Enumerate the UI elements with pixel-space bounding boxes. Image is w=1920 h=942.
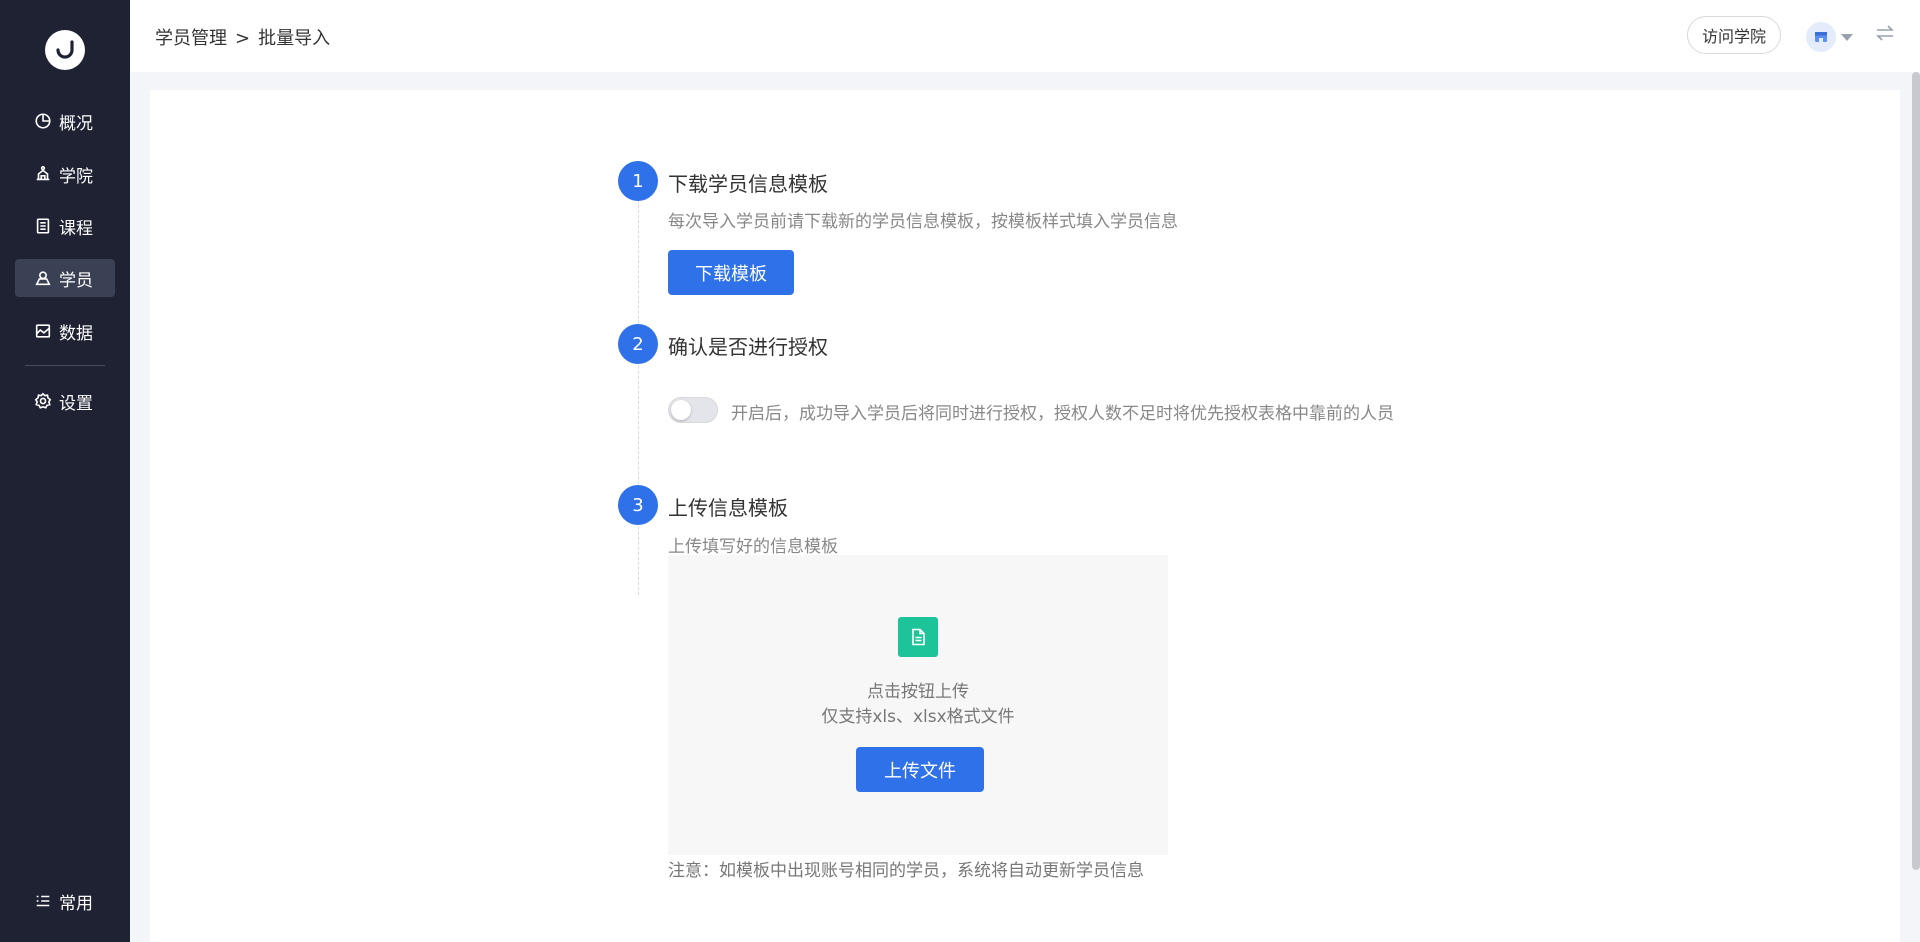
sidebar-item-label: 设置: [59, 393, 93, 414]
pie-chart-icon: [33, 111, 53, 131]
sidebar-item-label: 常用: [59, 893, 93, 914]
logo-icon: [56, 40, 74, 59]
upload-file-button[interactable]: 上传文件: [856, 747, 984, 792]
step-number: 3: [618, 485, 658, 525]
step-connector: [638, 200, 639, 595]
toggle-knob: [671, 400, 691, 420]
step-number: 2: [618, 324, 658, 364]
sidebar-divider: [25, 365, 105, 366]
list-icon: [33, 891, 53, 911]
sidebar-item-label: 概况: [59, 113, 93, 134]
visit-academy-button[interactable]: 访问学院: [1687, 16, 1782, 54]
upload-area[interactable]: 点击按钮上传 仅支持xls、xlsx格式文件 上传文件: [668, 555, 1168, 855]
authorize-toggle[interactable]: [668, 397, 718, 423]
academy-icon: [33, 164, 53, 184]
store-icon: [1806, 22, 1836, 52]
breadcrumb-parent[interactable]: 学员管理: [155, 28, 227, 49]
sidebar: 概况 学院 课程 学员 数据 设置 常用: [0, 0, 130, 942]
sidebar-item-frequent[interactable]: 常用: [15, 882, 115, 920]
data-icon: [33, 321, 53, 341]
sidebar-item-settings[interactable]: 设置: [15, 382, 115, 420]
store-switcher[interactable]: [1806, 22, 1853, 52]
sidebar-item-course[interactable]: 课程: [15, 207, 115, 245]
student-icon: [33, 268, 53, 288]
breadcrumb-current: 批量导入: [258, 28, 331, 49]
sidebar-item-data[interactable]: 数据: [15, 312, 115, 350]
sidebar-item-label: 学员: [59, 270, 93, 291]
step-title: 上传信息模板: [668, 496, 788, 520]
app-logo[interactable]: [45, 30, 85, 70]
upload-note: 注意：如模板中出现账号相同的学员，系统将自动更新学员信息: [668, 861, 1144, 881]
sidebar-item-overview[interactable]: 概况: [15, 102, 115, 140]
scrollbar[interactable]: [1912, 72, 1920, 870]
breadcrumb: 学员管理 > 批量导入: [155, 24, 330, 50]
upload-hint: 点击按钮上传: [867, 682, 969, 702]
chevron-down-icon: [1841, 33, 1853, 41]
sidebar-item-student[interactable]: 学员: [15, 259, 115, 297]
sidebar-item-academy[interactable]: 学院: [15, 155, 115, 193]
step-title: 确认是否进行授权: [668, 335, 828, 359]
step-description: 每次导入学员前请下载新的学员信息模板，按模板样式填入学员信息: [668, 212, 1178, 232]
course-icon: [33, 216, 53, 236]
sidebar-item-label: 课程: [59, 218, 93, 239]
file-icon: [898, 617, 938, 657]
gear-icon: [33, 391, 53, 411]
breadcrumb-separator: >: [235, 28, 251, 49]
step-title: 下载学员信息模板: [668, 172, 828, 196]
upload-format-hint: 仅支持xls、xlsx格式文件: [821, 707, 1015, 727]
step-description: 上传填写好的信息模板: [668, 537, 838, 557]
top-header: 学员管理 > 批量导入 访问学院: [130, 0, 1920, 72]
sidebar-item-label: 数据: [59, 323, 93, 344]
download-template-button[interactable]: 下载模板: [668, 250, 794, 295]
toggle-description: 开启后，成功导入学员后将同时进行授权，授权人数不足时将优先授权表格中靠前的人员: [731, 404, 1394, 424]
swap-icon[interactable]: [1874, 22, 1900, 48]
step-number: 1: [618, 161, 658, 201]
sidebar-item-label: 学院: [59, 166, 93, 187]
